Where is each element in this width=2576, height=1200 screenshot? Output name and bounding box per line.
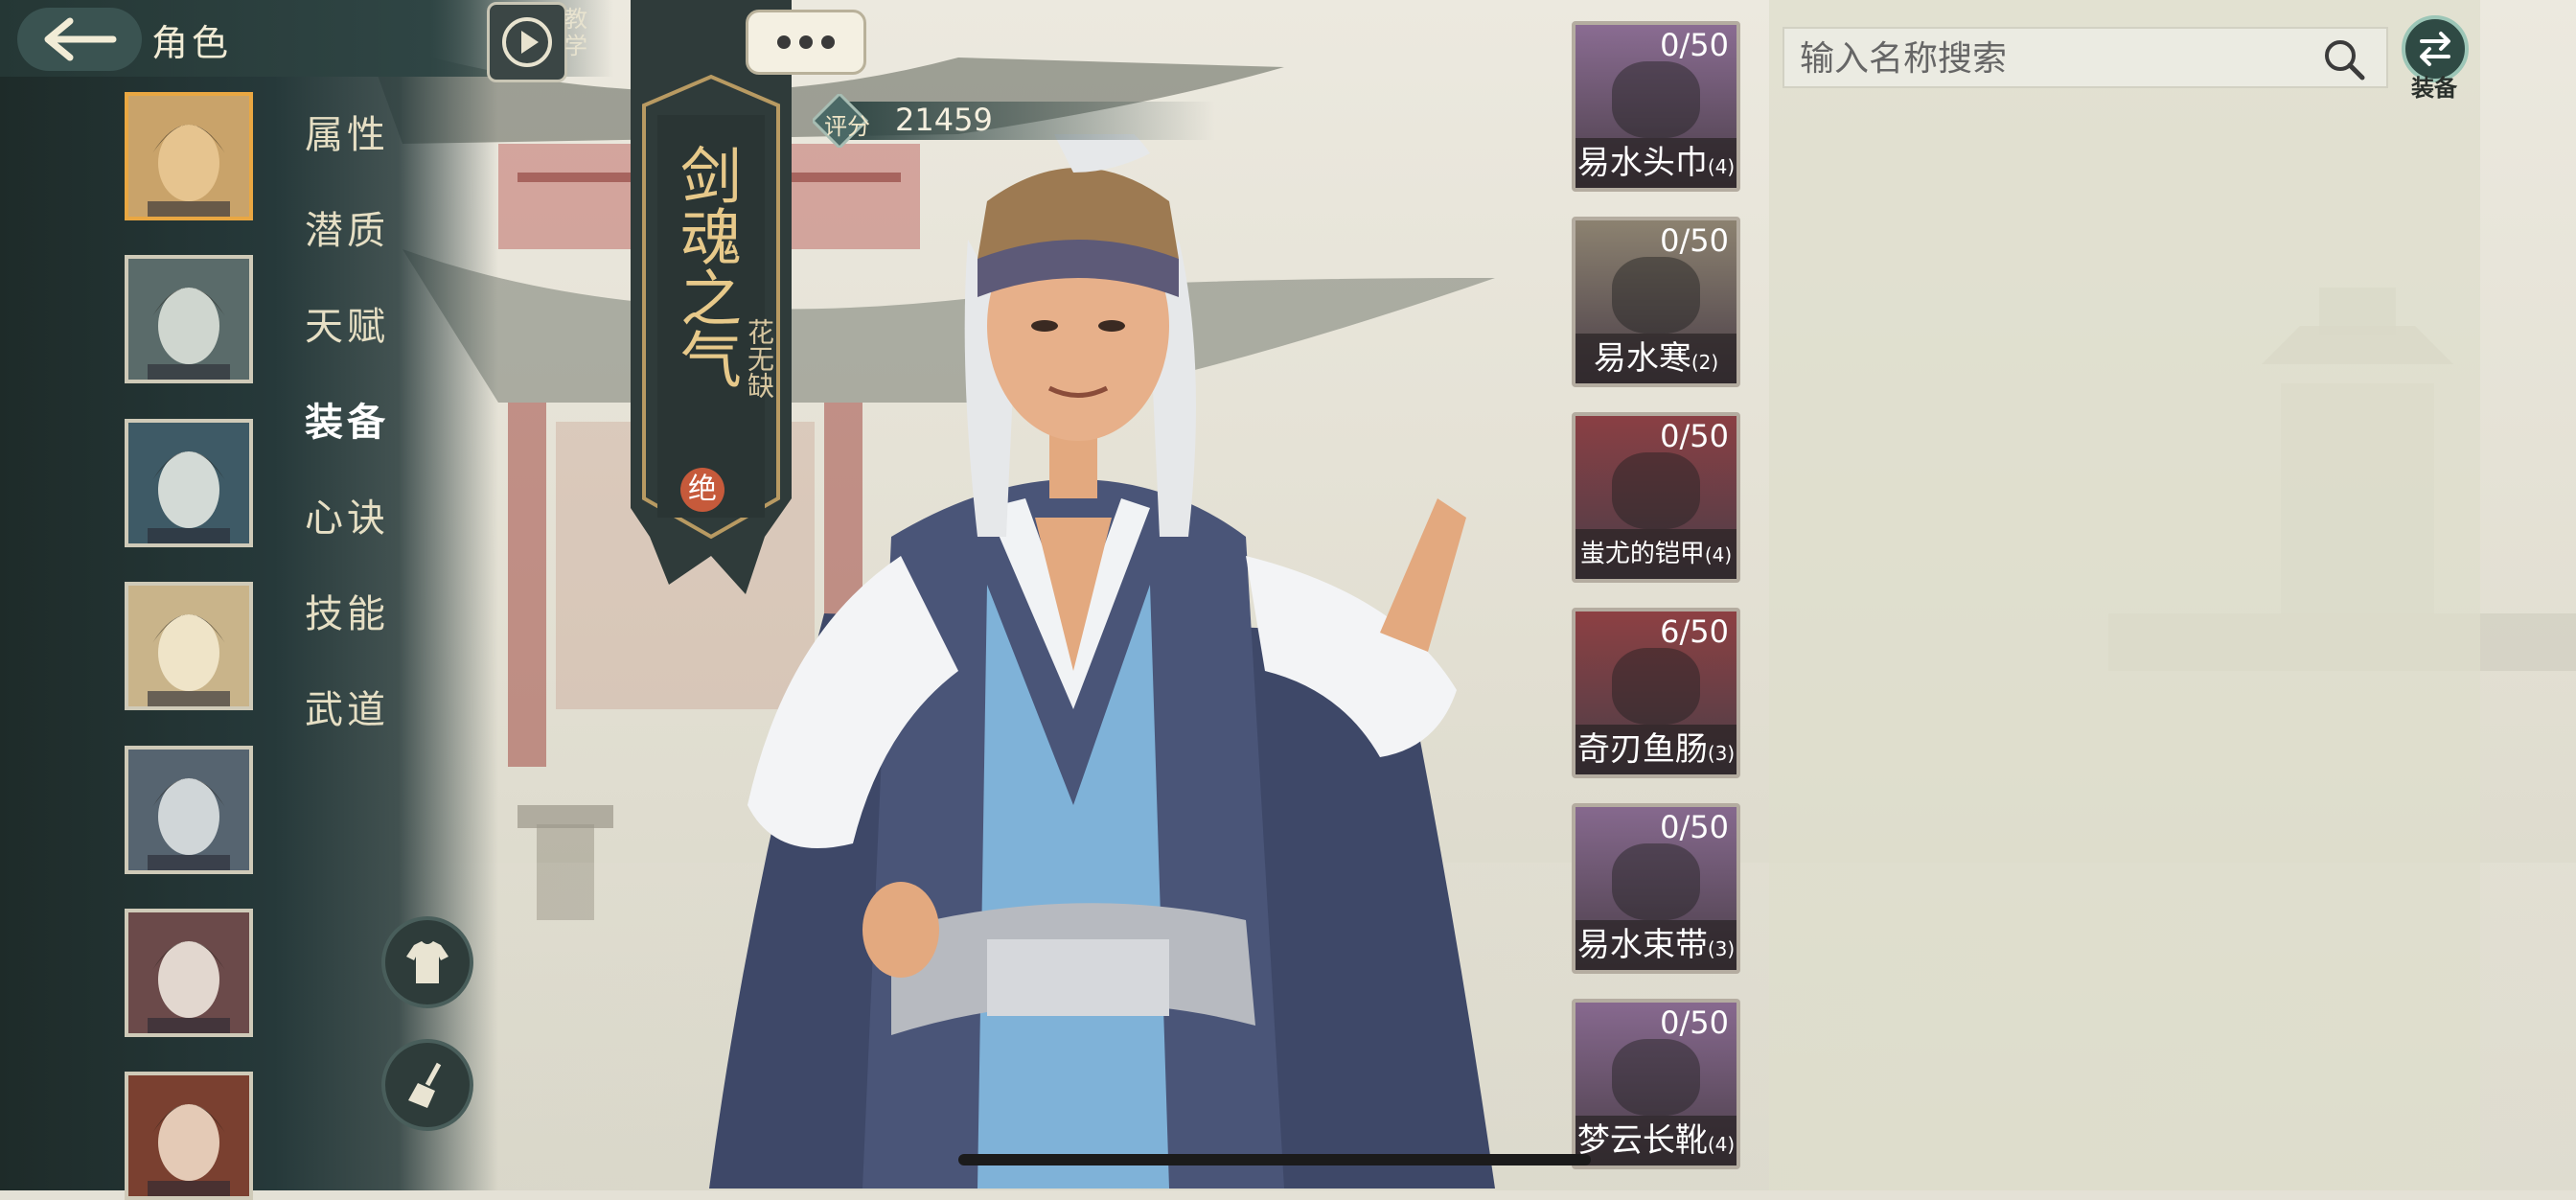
back-arrow-icon: [44, 17, 117, 61]
menu-talent[interactable]: 天赋: [305, 295, 389, 351]
equipment-count: 0/50: [1660, 27, 1729, 63]
character-face-icon: [128, 586, 249, 706]
equipment-name: 易水头巾(4): [1576, 138, 1736, 188]
character-portrait-1[interactable]: [125, 92, 253, 220]
character-face-icon: [128, 259, 249, 380]
equipment-level: (3): [1707, 742, 1736, 765]
equipment-name-text: 梦云长靴: [1576, 1121, 1708, 1160]
equipment-name-text: 易水束带: [1576, 926, 1708, 964]
belt-icon: [1612, 843, 1700, 920]
clean-button[interactable]: [381, 1039, 473, 1131]
equipment-count: 0/50: [1660, 222, 1729, 259]
home-indicator: [958, 1154, 1591, 1165]
character-portrait-4[interactable]: [125, 582, 253, 710]
banner-title: 剑魂之气: [670, 144, 741, 389]
equipment-name: 易水寒(2): [1576, 334, 1736, 383]
menu-equipment[interactable]: 装备: [305, 391, 389, 447]
score-value: 21459: [895, 102, 993, 138]
equipment-name-text: 易水头巾: [1576, 144, 1708, 182]
character-portrait-3[interactable]: [125, 419, 253, 547]
score-label: 评分: [824, 113, 870, 140]
equipment-slot[interactable]: 0/50 易水寒(2): [1572, 217, 1740, 387]
clothing-icon: [406, 941, 448, 983]
equipment-level: (4): [1707, 155, 1736, 178]
chat-bubble-button[interactable]: [746, 10, 866, 75]
equipment-level: (2): [1690, 351, 1719, 374]
equipment-slot[interactable]: 6/50 奇刃鱼肠(3): [1572, 608, 1740, 778]
menu-mind-art[interactable]: 心诀: [305, 487, 389, 542]
character-face-icon: [128, 96, 249, 217]
menu-martial-way[interactable]: 武道: [305, 679, 389, 734]
boots-icon: [1612, 1039, 1700, 1116]
equipment-count: 0/50: [1660, 1004, 1729, 1041]
hero-character: [709, 134, 1495, 1188]
equipment-slot[interactable]: 0/50 梦云长靴(4): [1572, 999, 1740, 1169]
equipment-level: (4): [1704, 543, 1733, 566]
equipment-count: 6/50: [1660, 613, 1729, 650]
play-icon: [502, 17, 552, 67]
equipment-slot[interactable]: 0/50 蚩尤的铠甲(4): [1572, 412, 1740, 583]
character-face-icon: [128, 423, 249, 543]
character-portrait-2[interactable]: [125, 255, 253, 383]
back-button[interactable]: [17, 8, 142, 71]
ring-icon: [1612, 257, 1700, 334]
search-icon[interactable]: [2323, 38, 2365, 81]
banner-character-name: 花无缺: [744, 318, 775, 399]
character-face-icon: [128, 1075, 249, 1196]
equipment-slot[interactable]: 0/50 易水头巾(4): [1572, 21, 1740, 192]
equipment-name: 奇刃鱼肠(3): [1576, 725, 1736, 774]
tutorial-label: 教学: [564, 6, 587, 59]
menu-skills[interactable]: 技能: [305, 583, 389, 638]
equipment-level: (3): [1707, 937, 1736, 960]
swap-arrows-icon: [2420, 32, 2450, 66]
sword-icon: [1612, 648, 1700, 725]
rank-badge: 绝: [680, 468, 724, 512]
menu-potential[interactable]: 潜质: [305, 199, 389, 255]
equipment-name-text: 易水寒: [1593, 339, 1691, 378]
equipment-level: (4): [1707, 1133, 1736, 1156]
equipment-name: 蚩尤的铠甲(4): [1576, 529, 1736, 579]
character-portrait-7[interactable]: [125, 1072, 253, 1200]
equipment-name-text: 奇刃鱼肠: [1576, 730, 1708, 769]
armor-icon: [1612, 452, 1700, 529]
equipment-name: 梦云长靴(4): [1576, 1116, 1736, 1165]
page-title: 角色: [151, 22, 233, 64]
outfit-button[interactable]: [381, 916, 473, 1008]
equip-toggle-label: 装备: [2411, 75, 2457, 102]
equipment-slot[interactable]: 0/50 易水束带(3): [1572, 803, 1740, 974]
character-portrait-5[interactable]: [125, 746, 253, 874]
score-bar: [813, 94, 1215, 148]
more-dots-icon: [777, 35, 835, 49]
character-face-icon: [128, 912, 249, 1033]
search-box[interactable]: [1782, 27, 2388, 88]
equipment-count: 0/50: [1660, 809, 1729, 845]
character-portrait-6[interactable]: [125, 909, 253, 1037]
character-face-icon: [128, 750, 249, 870]
equipment-name-text: 蚩尤的铠甲: [1579, 540, 1705, 568]
equipment-count: 0/50: [1660, 418, 1729, 454]
hat-icon: [1612, 61, 1700, 138]
broom-icon: [408, 1062, 442, 1108]
tutorial-button[interactable]: [487, 2, 567, 82]
equipment-list-panel: [1769, 0, 2480, 1190]
equipment-name: 易水束带(3): [1576, 920, 1736, 970]
search-input[interactable]: [1798, 35, 2319, 82]
menu-attributes[interactable]: 属性: [305, 104, 389, 159]
